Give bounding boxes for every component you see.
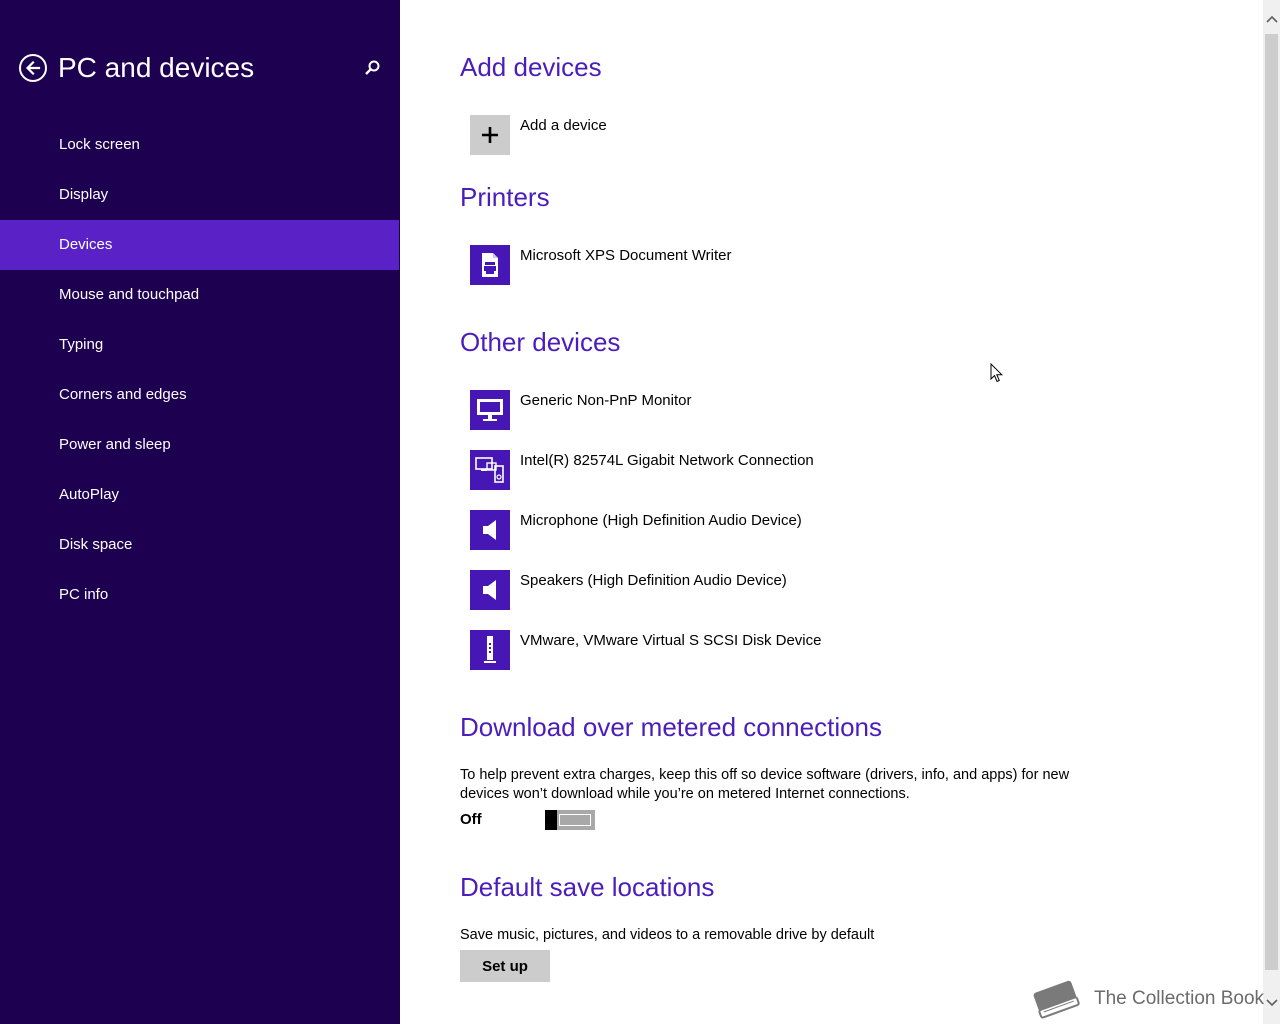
device-name: Intel(R) 82574L Gigabit Network Connecti… xyxy=(520,452,814,469)
watermark-text: The Collection Book xyxy=(1094,988,1265,1009)
add-devices-heading: Add devices xyxy=(460,52,602,82)
sidebar-item-display[interactable]: Display xyxy=(0,170,399,220)
device-name: Generic Non-PnP Monitor xyxy=(520,392,692,409)
speaker-icon xyxy=(470,510,510,550)
main-content: Add devices Add a device Printers Micros… xyxy=(400,0,1263,1024)
chevron-up-icon xyxy=(1265,15,1278,23)
setup-button[interactable]: Set up xyxy=(460,950,550,982)
list-item[interactable]: VMware, VMware Virtual S SCSI Disk Devic… xyxy=(470,630,1170,670)
back-arrow-icon xyxy=(25,60,41,76)
vertical-scrollbar[interactable] xyxy=(1263,0,1280,1024)
other-devices-heading: Other devices xyxy=(460,327,621,357)
device-name: VMware, VMware Virtual S SCSI Disk Devic… xyxy=(520,632,822,649)
sidebar-item-typing[interactable]: Typing xyxy=(0,320,399,370)
metered-description: To help prevent extra charges, keep this… xyxy=(460,767,1070,802)
watermark: The Collection Book xyxy=(1028,972,1268,1024)
search-button[interactable] xyxy=(362,58,382,78)
sidebar-item-mouse-and-touchpad[interactable]: Mouse and touchpad xyxy=(0,270,399,320)
sidebar-item-power-and-sleep[interactable]: Power and sleep xyxy=(0,420,399,470)
toggle-thumb xyxy=(545,810,557,830)
toggle-track xyxy=(559,814,591,826)
list-item[interactable]: Generic Non-PnP Monitor xyxy=(470,390,1170,430)
sidebar: PC and devices Lock screen Display Devic… xyxy=(0,0,400,1024)
plus-icon xyxy=(470,115,510,155)
device-name: Microphone (High Definition Audio Device… xyxy=(520,512,802,529)
page-title: PC and devices xyxy=(58,52,255,83)
list-item[interactable]: Intel(R) 82574L Gigabit Network Connecti… xyxy=(470,450,1170,490)
search-icon xyxy=(365,60,380,75)
save-locations-heading: Default save locations xyxy=(460,872,715,902)
back-button[interactable] xyxy=(19,54,47,82)
speaker-icon xyxy=(470,570,510,610)
printers-heading: Printers xyxy=(460,182,550,212)
toggle-state-label: Off xyxy=(460,811,482,828)
sidebar-item-disk-space[interactable]: Disk space xyxy=(0,520,399,570)
sidebar-header: PC and devices xyxy=(0,48,400,94)
sidebar-nav: Lock screen Display Devices Mouse and to… xyxy=(0,120,399,620)
add-device-button[interactable]: Add a device xyxy=(470,115,1170,155)
list-item[interactable]: Microphone (High Definition Audio Device… xyxy=(470,510,1170,550)
sidebar-item-lock-screen[interactable]: Lock screen xyxy=(0,120,399,170)
book-icon xyxy=(1033,980,1080,1019)
device-name: Microsoft XPS Document Writer xyxy=(520,247,732,264)
scroll-thumb[interactable] xyxy=(1265,34,1278,970)
printer-icon xyxy=(470,245,510,285)
sidebar-item-corners-and-edges[interactable]: Corners and edges xyxy=(0,370,399,420)
network-devices-icon xyxy=(470,450,510,490)
monitor-icon xyxy=(470,390,510,430)
list-item[interactable]: Speakers (High Definition Audio Device) xyxy=(470,570,1170,610)
scroll-up-button[interactable] xyxy=(1263,4,1280,34)
sidebar-item-pc-info[interactable]: PC info xyxy=(0,570,399,620)
list-item[interactable]: Microsoft XPS Document Writer xyxy=(470,245,1170,285)
sidebar-item-autoplay[interactable]: AutoPlay xyxy=(0,470,399,520)
metered-heading: Download over metered connections xyxy=(460,712,883,742)
add-device-label: Add a device xyxy=(520,117,607,134)
metered-toggle[interactable] xyxy=(545,810,595,830)
drive-icon xyxy=(470,630,510,670)
mouse-cursor-icon xyxy=(990,362,1004,388)
sidebar-item-devices[interactable]: Devices xyxy=(0,220,399,270)
save-locations-description: Save music, pictures, and videos to a re… xyxy=(460,927,875,943)
device-name: Speakers (High Definition Audio Device) xyxy=(520,572,787,589)
